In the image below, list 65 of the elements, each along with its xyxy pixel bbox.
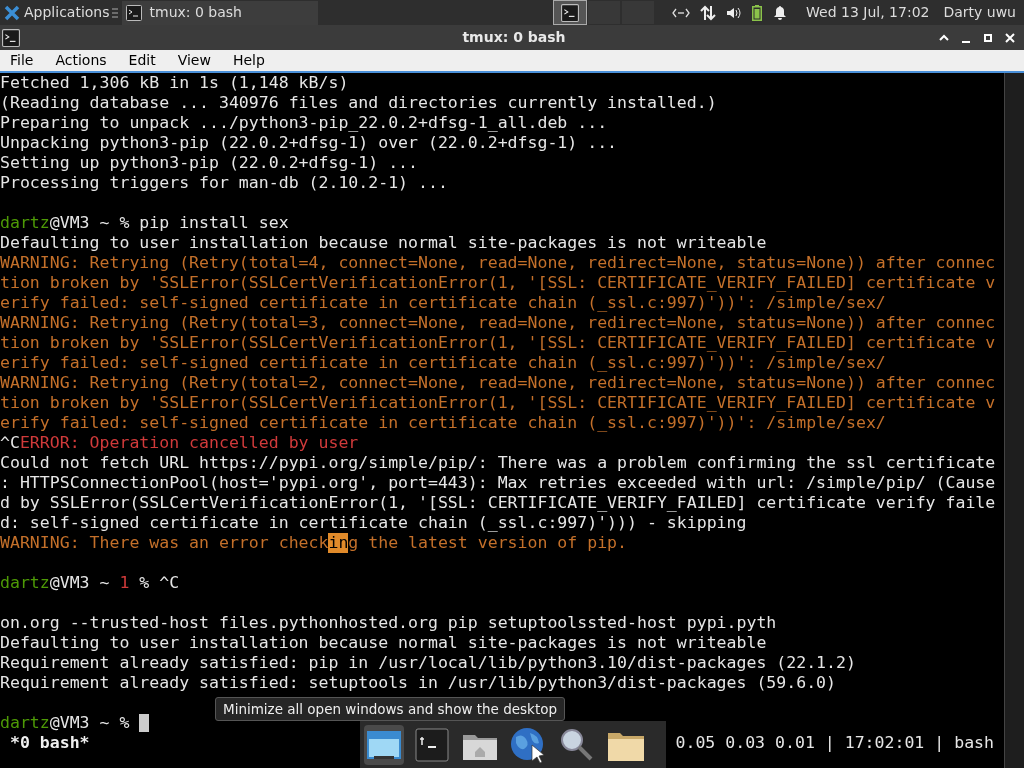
terminal-text: d: self-signed certificate in certificate chain (_ssl.c:997)'))) - skipping <box>0 513 747 533</box>
prompt-user: dartz <box>0 713 50 733</box>
terminal-text: @VM3 ~ <box>49 573 111 593</box>
error-text: ERROR: Operation cancelled by user <box>19 433 359 453</box>
tmux-window-label: *0 bash* <box>8 733 90 753</box>
terminal-text: Processing triggers for man-db (2.10.2-1) ... <box>0 173 448 193</box>
warning-text: tion broken by 'SSLError(SSLCertVerificationError(1, '[SSL: CERTIFICATE_VERIFY_FAILED] certificate v <box>0 273 996 293</box>
terminal-text: ^C <box>0 433 20 453</box>
error-text: 1 <box>119 573 130 593</box>
warning-text: g the latest version of pip. <box>348 533 628 553</box>
task-button[interactable]: tmux: 0 bash <box>121 0 318 25</box>
warning-text: WARNING: Retrying (Retry(total=3, connect=None, read=None, redirect=None, status=None)) after connec <box>0 313 996 333</box>
warning-text: WARNING: Retrying (Retry(total=2, connect=None, read=None, redirect=None, status=None)) after connec <box>0 373 996 393</box>
terminal-text: % ^C <box>138 573 180 593</box>
terminal-text: Fetched 1,306 kB in 1s (1,148 kB/s) <box>0 73 349 93</box>
warning-text: WARNING: There was an error check <box>0 533 329 553</box>
warning-text: tion broken by 'SSLError(SSLCertVerificationError(1, '[SSL: CERTIFICATE_VERIFY_FAILED] certificate v <box>0 333 996 353</box>
selected-text: in <box>328 533 349 553</box>
terminal-text: (Reading database ... 340976 files and directories currently installed.) <box>0 93 717 113</box>
scrollbar[interactable] <box>1004 73 1024 768</box>
prompt-user: dartz <box>0 573 50 593</box>
maximize-icon[interactable] <box>982 31 994 44</box>
bell-icon[interactable] <box>772 4 789 21</box>
tmux-status: 0.05 0.03 0.01 | 17:02:01 | bash <box>675 733 994 753</box>
terminal-text: Requirement already satisfied: pip in /usr/local/lib/python3.10/dist-packages (22.1.2) <box>0 653 856 673</box>
workspace-button[interactable] <box>552 0 587 25</box>
window-title: tmux: 0 bash <box>462 28 566 47</box>
terminal-text: @VM3 ~ % pip install sex <box>49 213 289 233</box>
show-desktop-icon[interactable] <box>364 724 404 765</box>
warning-text: WARNING: Retrying (Retry(total=4, connect=None, read=None, redirect=None, status=None)) after connec <box>0 253 996 273</box>
terminal-text: Could not fetch URL https://pypi.org/simple/pip/: There was a problem confirming the ssl certificate <box>0 453 996 473</box>
terminal-text: Defaulting to user installation because normal site-packages is not writeable <box>0 633 767 653</box>
window-icon <box>2 28 20 47</box>
terminal-text: : HTTPSConnectionPool(host='pypi.org', port=443): Max retries exceeded with url: /simple/pip/ (Cause <box>0 473 996 493</box>
close-icon[interactable] <box>1004 31 1016 44</box>
warning-text: erify failed: self-signed certificate in certificate chain (_ssl.c:997)'))': /simple/sex/ <box>0 353 886 373</box>
transfer-arrows-icon[interactable] <box>700 4 717 21</box>
menu-item[interactable]: File <box>10 50 34 71</box>
terminal-text: on.org --trusted-host files.pythonhosted.org pip setuptoolssted-host pypi.pyth <box>0 613 777 633</box>
warning-text: tion broken by 'SSLError(SSLCertVerificationError(1, '[SSL: CERTIFICATE_VERIFY_FAILED] certificate v <box>0 393 996 413</box>
menu-icon <box>111 7 118 18</box>
terminal-text: Unpacking python3-pip (22.0.2+dfsg-1) over (22.0.2+dfsg-1) ... <box>0 133 618 153</box>
terminal-text: Setting up python3-pip (22.0.2+dfsg-1) ... <box>0 153 418 173</box>
clock[interactable]: Wed 13 Jul, 17:02 <box>806 2 930 23</box>
terminal-text: Preparing to unpack .../python3-pip_22.0.2+dfsg-1_all.deb ... <box>0 113 608 133</box>
terminal-icon <box>125 4 142 21</box>
battery-icon[interactable] <box>752 4 763 21</box>
x-logo-icon[interactable] <box>4 4 20 21</box>
menu-item[interactable]: View <box>177 50 211 71</box>
terminal-text: Requirement already satisfied: setuptools in /usr/lib/python3/dist-packages (59.6.0) <box>0 673 837 693</box>
user-name[interactable]: Darty uwu <box>943 2 1016 23</box>
workspace-button[interactable] <box>586 0 621 25</box>
terminal-text: d by SSLError(SSLCertVerificationError(1, '[SSL: CERTIFICATE_VERIFY_FAILED] certificate verify faile <box>0 493 996 513</box>
network-icon[interactable] <box>672 7 691 18</box>
menu-item[interactable]: Help <box>232 50 265 71</box>
applications-menu[interactable]: Applications <box>24 2 110 23</box>
menu-item[interactable]: Edit <box>128 50 156 71</box>
terminal-text: Defaulting to user installation because normal site-packages is not writeable <box>0 233 767 253</box>
tooltip: Minimize all open windows and show the desktop <box>215 697 566 721</box>
terminal-icon <box>560 3 579 22</box>
menu-item[interactable]: Actions <box>55 50 107 71</box>
prompt-user: dartz <box>0 213 50 233</box>
warning-text: erify failed: self-signed certificate in certificate chain (_ssl.c:997)'))': /simple/sex/ <box>0 293 886 313</box>
warning-text: erify failed: self-signed certificate in certificate chain (_ssl.c:997)'))': /simple/sex/ <box>0 413 886 433</box>
terminal-text: @VM3 ~ % <box>49 713 131 733</box>
